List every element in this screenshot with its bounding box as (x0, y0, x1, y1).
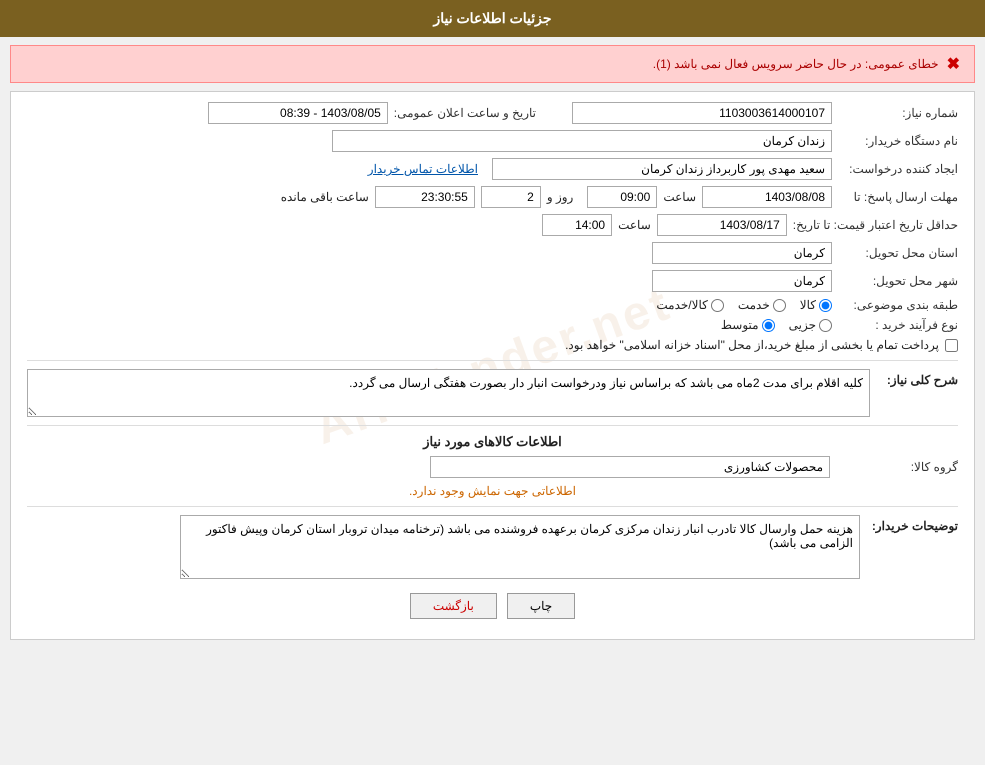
tabaghebandi-kala-radio[interactable] (819, 299, 832, 312)
page-title: جزئیات اطلاعات نیاز (433, 10, 551, 26)
pardakht-checkbox[interactable] (945, 339, 958, 352)
row-shomareNiaz: شماره نیاز: تاریخ و ساعت اعلان عمومی: (27, 102, 958, 124)
noeFarayand-jezee-option[interactable]: جزیی (789, 318, 832, 332)
noInfo-msg: اطلاعاتی جهت نمایش وجود ندارد. (27, 484, 958, 498)
noeFarayand-motavaset-option[interactable]: متوسط (721, 318, 775, 332)
saatBaqi-label: ساعت باقی مانده (281, 190, 369, 204)
hadaqal-label: حداقل تاریخ اعتبار قیمت: تا تاریخ: (793, 218, 958, 232)
content-area: AriaTender.net شماره نیاز: تاریخ و ساعت … (27, 102, 958, 629)
shahrTahvil-input[interactable] (652, 270, 832, 292)
back-button[interactable]: بازگشت (410, 593, 497, 619)
print-button[interactable]: چاپ (507, 593, 575, 619)
sharh-textarea[interactable] (27, 369, 870, 417)
tazihaat-textarea[interactable] (180, 515, 860, 579)
page-header: جزئیات اطلاعات نیاز (0, 0, 985, 37)
namDastgah-label: نام دستگاه خریدار: (838, 134, 958, 148)
error-message: خطای عمومی: در حال حاضر سرویس فعال نمی ب… (653, 57, 939, 71)
groupKala-label: گروه کالا: (838, 460, 958, 474)
tabaghebandi-kala-label: کالا (800, 298, 816, 312)
tabaghebandi-khedmat-option[interactable]: خدمت (738, 298, 786, 312)
ijad-input[interactable] (492, 158, 832, 180)
mohlat-saatBaqi-input[interactable] (375, 186, 475, 208)
noeFarayand-jezee-label: جزیی (789, 318, 816, 332)
tabaghebandi-kala-option[interactable]: کالا (800, 298, 832, 312)
row-ostanTahvil: استان محل تحویل: (27, 242, 958, 264)
ostanTahvil-input[interactable] (652, 242, 832, 264)
groupKala-input[interactable] (430, 456, 830, 478)
mohlat-roz-input[interactable] (481, 186, 541, 208)
tarikh-label: تاریخ و ساعت اعلان عمومی: (394, 106, 536, 120)
kalaInfo-title: اطلاعات کالاهای مورد نیاز (27, 434, 958, 450)
noeFarayand-jezee-radio[interactable] (819, 319, 832, 332)
noeFarayand-radio-group: جزیی متوسط (721, 318, 832, 332)
error-icon: ✖ (947, 54, 960, 74)
sharh-label: شرح کلی نیاز: (878, 369, 958, 387)
noeFarayand-label: نوع فرآیند خرید : (838, 318, 958, 332)
hadaqal-saat-label: ساعت (618, 218, 651, 232)
divider-3 (27, 506, 958, 507)
tazihaat-label: توضیحات خریدار: (868, 515, 958, 533)
ijad-label: ایجاد کننده درخواست: (838, 162, 958, 176)
pardakht-checkbox-row: پرداخت تمام یا بخشی از مبلغ خرید،از محل … (565, 338, 958, 352)
row-hadaqal: حداقل تاریخ اعتبار قیمت: تا تاریخ: ساعت (27, 214, 958, 236)
buttons-row: چاپ بازگشت (27, 593, 958, 629)
hadaqal-time-input[interactable] (542, 214, 612, 236)
roz-label: روز و (547, 190, 574, 204)
tarikh-input[interactable] (208, 102, 388, 124)
divider-2 (27, 425, 958, 426)
row-noeFarayand: نوع فرآیند خرید : جزیی متوسط (27, 318, 958, 332)
tabaghebandi-radio-group: کالا خدمت کالا/خدمت (656, 298, 832, 312)
main-card: AriaTender.net شماره نیاز: تاریخ و ساعت … (10, 91, 975, 640)
shahrTahvil-label: شهر محل تحویل: (838, 274, 958, 288)
form-content: شماره نیاز: تاریخ و ساعت اعلان عمومی: نا… (27, 102, 958, 629)
noeFarayand-motavaset-radio[interactable] (762, 319, 775, 332)
noeFarayand-motavaset-label: متوسط (721, 318, 759, 332)
row-mohlat: مهلت ارسال پاسخ: تا ساعت روز و ساعت باقی… (27, 186, 958, 208)
tabaghebandi-khedmat-radio[interactable] (773, 299, 786, 312)
tabaghebandi-label: طبقه بندی موضوعی: (838, 298, 958, 312)
mohlat-date-input[interactable] (702, 186, 832, 208)
namDastgah-input[interactable] (332, 130, 832, 152)
tabaghebandi-khedmat-label: خدمت (738, 298, 770, 312)
row-tabaghebandi: طبقه بندی موضوعی: کالا خدمت کالا/خدمت (27, 298, 958, 312)
ettelaat-link[interactable]: اطلاعات تماس خریدار (368, 162, 478, 176)
row-sharh: شرح کلی نیاز: (27, 369, 958, 417)
row-namDastgah: نام دستگاه خریدار: (27, 130, 958, 152)
shomareNiaz-label: شماره نیاز: (838, 106, 958, 120)
divider-1 (27, 360, 958, 361)
row-groupKala: گروه کالا: (27, 456, 958, 478)
page-wrapper: جزئیات اطلاعات نیاز ✖ خطای عمومی: در حال… (0, 0, 985, 765)
row-pardakht: پرداخت تمام یا بخشی از مبلغ خرید،از محل … (27, 338, 958, 352)
mohlat-label: مهلت ارسال پاسخ: تا (838, 190, 958, 204)
tabaghebandi-kalaKhedmat-radio[interactable] (711, 299, 724, 312)
row-shahrTahvil: شهر محل تحویل: (27, 270, 958, 292)
saat-label: ساعت (663, 190, 696, 204)
tabaghebandi-kalaKhedmat-label: کالا/خدمت (656, 298, 707, 312)
tabaghebandi-kalaKhedmat-option[interactable]: کالا/خدمت (656, 298, 723, 312)
error-bar: ✖ خطای عمومی: در حال حاضر سرویس فعال نمی… (10, 45, 975, 83)
mohlat-time-input[interactable] (587, 186, 657, 208)
row-tazihaat: توضیحات خریدار: (27, 515, 958, 579)
shomareNiaz-input[interactable] (572, 102, 832, 124)
hadaqal-date-input[interactable] (657, 214, 787, 236)
row-ijad: ایجاد کننده درخواست: اطلاعات تماس خریدار (27, 158, 958, 180)
pardakht-label: پرداخت تمام یا بخشی از مبلغ خرید،از محل … (565, 338, 939, 352)
ostanTahvil-label: استان محل تحویل: (838, 246, 958, 260)
